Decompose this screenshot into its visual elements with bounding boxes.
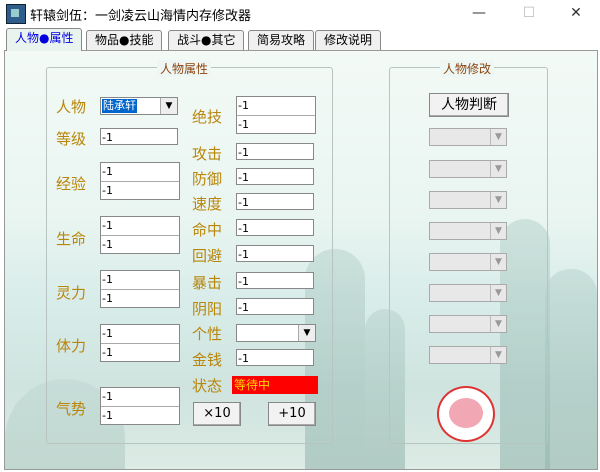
modify-select-7: ▼ [429, 315, 507, 333]
background-mountain [545, 269, 597, 469]
hp-current-field[interactable]: -1 [101, 217, 179, 236]
minimize-button[interactable]: — [456, 0, 502, 26]
character-label: 人物 [56, 98, 87, 116]
chevron-down-icon: ▼ [490, 192, 506, 208]
tab-strip: 人物●属性 物品●技能 战斗●其它 简易攻略 修改说明 [4, 28, 596, 51]
exp-label: 经验 [56, 175, 87, 193]
app-icon [6, 4, 26, 24]
momentum-current-field[interactable]: -1 [101, 388, 179, 407]
defense-label: 防御 [192, 170, 223, 188]
stamina-label: 体力 [56, 337, 87, 355]
attributes-group-title: 人物属性 [157, 60, 212, 77]
hp-field-group: -1 -1 [100, 216, 180, 254]
chevron-down-icon: ▼ [490, 223, 506, 239]
modify-group-title: 人物修改 [440, 60, 495, 77]
hit-field[interactable]: -1 [236, 219, 314, 236]
speed-label: 速度 [192, 195, 223, 213]
momentum-max-field[interactable]: -1 [101, 407, 179, 425]
crit-label: 暴击 [192, 274, 223, 292]
close-button[interactable]: ✕ [553, 0, 599, 26]
modify-select-2: ▼ [429, 160, 507, 178]
exp-current-field[interactable]: -1 [101, 163, 179, 182]
mp-max-field[interactable]: -1 [101, 290, 179, 308]
modify-select-5: ▼ [429, 253, 507, 271]
mp-label: 灵力 [56, 284, 87, 302]
mp-current-field[interactable]: -1 [101, 271, 179, 290]
modify-select-6: ▼ [429, 284, 507, 302]
chevron-down-icon[interactable]: ▼ [298, 325, 315, 341]
modify-select-4: ▼ [429, 222, 507, 240]
yinyang-field[interactable]: -1 [236, 298, 314, 315]
skill-max-field[interactable]: -1 [237, 116, 315, 134]
level-label: 等级 [56, 130, 87, 148]
defense-field[interactable]: -1 [236, 168, 314, 185]
window-title: 轩辕剑伍：一剑凌云山海情内存修改器 [30, 9, 252, 24]
hit-label: 命中 [192, 221, 223, 239]
tab-items-skills[interactable]: 物品●技能 [86, 30, 163, 50]
crit-field[interactable]: -1 [236, 272, 314, 289]
speed-field[interactable]: -1 [236, 193, 314, 210]
chevron-down-icon: ▼ [490, 285, 506, 301]
state-label: 状态 [192, 377, 223, 395]
mp-field-group: -1 -1 [100, 270, 180, 308]
level-field[interactable]: -1 [100, 128, 178, 145]
exp-max-field[interactable]: -1 [101, 182, 179, 200]
pig-face-icon [449, 398, 483, 428]
chevron-down-icon: ▼ [490, 347, 506, 363]
evade-field[interactable]: -1 [236, 245, 314, 262]
tab-battle-other[interactable]: 战斗●其它 [168, 30, 245, 50]
character-selected-value: 陆承轩 [102, 99, 137, 113]
tab-instructions[interactable]: 修改说明 [315, 30, 382, 50]
money-field[interactable]: -1 [236, 349, 314, 366]
chevron-down-icon: ▼ [490, 161, 506, 177]
maximize-button[interactable]: ☐ [506, 0, 552, 26]
stamina-current-field[interactable]: -1 [101, 325, 179, 344]
momentum-field-group: -1 -1 [100, 387, 180, 425]
hp-max-field[interactable]: -1 [101, 236, 179, 254]
personality-select[interactable]: ▼ [236, 324, 316, 342]
skill-label: 绝技 [192, 108, 223, 126]
character-select[interactable]: 陆承轩 ▼ [100, 97, 178, 115]
modify-select-3: ▼ [429, 191, 507, 209]
title-bar: 轩辕剑伍：一剑凌云山海情内存修改器 — ☐ ✕ [0, 0, 600, 26]
chevron-down-icon: ▼ [490, 129, 506, 145]
stamina-field-group: -1 -1 [100, 324, 180, 362]
tab-character-attributes[interactable]: 人物●属性 [6, 28, 83, 51]
chevron-down-icon[interactable]: ▼ [160, 98, 177, 114]
personality-label: 个性 [192, 325, 223, 343]
logo-icon [437, 386, 495, 442]
multiply-10-button[interactable]: ×10 [193, 402, 241, 426]
tab-guide[interactable]: 简易攻略 [248, 30, 315, 50]
stamina-max-field[interactable]: -1 [101, 344, 179, 362]
hp-label: 生命 [56, 230, 87, 248]
yinyang-label: 阴阳 [192, 300, 223, 318]
attack-field[interactable]: -1 [236, 143, 314, 160]
skill-field-group: -1 -1 [236, 96, 316, 134]
modify-select-8: ▼ [429, 346, 507, 364]
skill-current-field[interactable]: -1 [237, 97, 315, 116]
character-judge-button[interactable]: 人物判断 [429, 93, 509, 117]
plus-10-button[interactable]: +10 [268, 402, 316, 426]
chevron-down-icon: ▼ [490, 316, 506, 332]
evade-label: 回避 [192, 247, 223, 265]
modify-select-1: ▼ [429, 128, 507, 146]
chevron-down-icon: ▼ [490, 254, 506, 270]
attack-label: 攻击 [192, 145, 223, 163]
money-label: 金钱 [192, 351, 223, 369]
status-indicator: 等待中 [232, 376, 318, 394]
exp-field-group: -1 -1 [100, 162, 180, 200]
momentum-label: 气势 [56, 400, 87, 418]
